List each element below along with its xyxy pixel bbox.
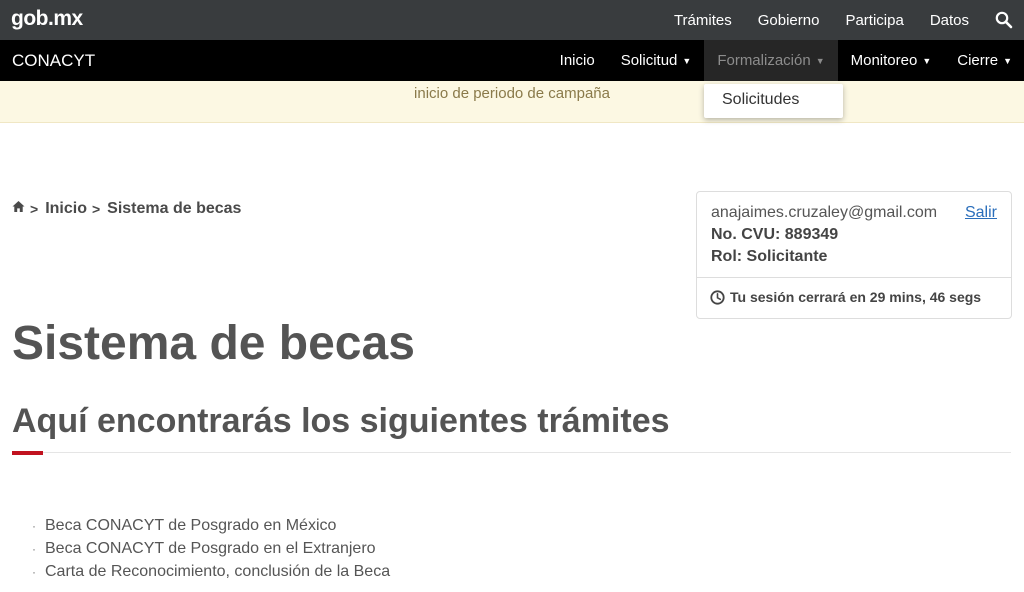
list-item-label: Beca CONACYT de Posgrado en México [45,516,337,534]
session-timer-text: Tu sesión cerrará en 29 mins, 46 segs [730,289,982,305]
caret-down-icon: ▼ [815,55,825,66]
conacyt-brand[interactable]: CONACYT [12,51,95,71]
conacyt-nav-bar: CONACYT Inicio Solicitud ▼ Formalización… [0,40,1024,81]
caret-down-icon: ▼ [922,55,932,66]
section-accent-bar [12,451,43,455]
gob-nav-gobierno[interactable]: Gobierno [758,12,820,29]
section-divider [12,452,1011,453]
campaign-notice: inicio de periodo de campaña [0,81,1024,123]
chevron-right-icon: > [30,201,39,217]
gob-nav-datos[interactable]: Datos [930,12,969,29]
bullet: · [32,518,36,533]
gob-logo[interactable]: gob.mx [11,7,83,31]
gob-nav-tramites[interactable]: Trámites [674,12,732,29]
breadcrumb: > Inicio > Sistema de becas [12,200,241,218]
list-item-label: Beca CONACYT de Posgrado en el Extranjer… [45,539,376,557]
list-item: · Carta de Reconocimiento, conclusión de… [32,560,390,583]
tramites-list: · Beca CONACYT de Posgrado en México · B… [32,514,390,583]
list-item-label: Carta de Reconocimiento, conclusión de l… [45,562,391,580]
nav-formalizacion-label: Formalización [717,52,811,69]
nav-inicio-label: Inicio [559,52,595,69]
formalizacion-dropdown: Solicitudes [704,84,843,118]
gob-top-bar: gob.mx Trámites Gobierno Participa Datos [0,0,1024,40]
nav-monitoreo-label: Monitoreo [850,52,918,69]
user-role: Rol: Solicitante [711,248,828,265]
page-title: Sistema de becas [12,317,415,370]
bullet: · [32,541,36,556]
notice-text: inicio de periodo de campaña [414,85,610,102]
session-divider [697,277,1011,278]
search-icon[interactable] [995,11,1013,29]
session-panel: anajaimes.cruzaley@gmail.com Salir No. C… [696,191,1012,319]
caret-down-icon: ▼ [682,55,692,66]
nav-monitoreo[interactable]: Monitoreo ▼ [838,40,945,81]
user-email: anajaimes.cruzaley@gmail.com [711,204,938,221]
breadcrumb-inicio[interactable]: Inicio [45,200,87,218]
nav-cierre-label: Cierre [957,52,999,69]
dropdown-item-solicitudes[interactable]: Solicitudes [722,91,799,109]
user-cvu: No. CVU: 889349 [711,226,839,243]
conacyt-nav: Inicio Solicitud ▼ Formalización ▼ Monit… [547,40,1024,81]
nav-cierre[interactable]: Cierre ▼ [944,40,1024,81]
nav-inicio[interactable]: Inicio [547,40,608,81]
bullet: · [32,564,36,579]
clock-icon [710,289,725,305]
logout-link[interactable]: Salir [965,204,997,222]
nav-solicitud[interactable]: Solicitud ▼ [608,40,705,81]
gob-nav: Trámites Gobierno Participa Datos [674,0,1024,40]
breadcrumb-current: Sistema de becas [107,200,242,217]
list-item: · Beca CONACYT de Posgrado en México [32,514,390,537]
nav-formalizacion[interactable]: Formalización ▼ [704,40,838,81]
chevron-right-icon: > [91,201,101,217]
home-icon[interactable] [12,200,25,218]
caret-down-icon: ▼ [1003,55,1012,66]
section-title: Aquí encontrarás los siguientes trámites [12,402,670,440]
session-timer: Tu sesión cerrará en 29 mins, 46 segs [710,289,981,305]
nav-solicitud-label: Solicitud [620,52,678,69]
gob-nav-participa[interactable]: Participa [845,12,903,29]
list-item: · Beca CONACYT de Posgrado en el Extranj… [32,537,390,560]
